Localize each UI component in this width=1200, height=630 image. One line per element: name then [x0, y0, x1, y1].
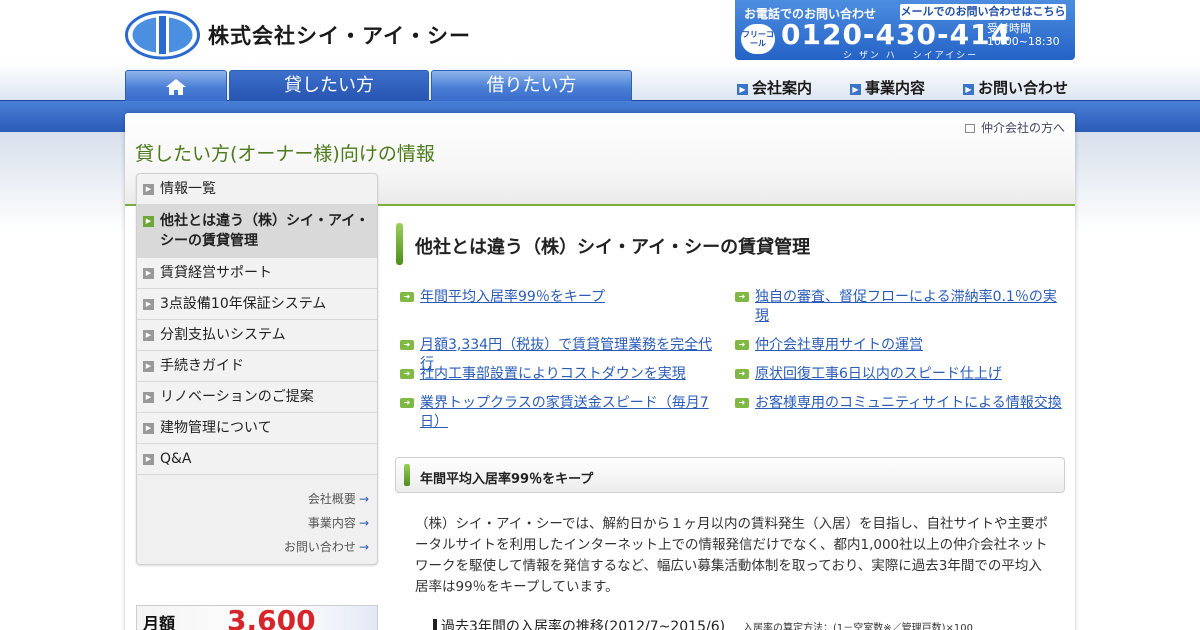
arrow-icon: ▶	[963, 84, 974, 95]
sidebar-item-label: 賃貸経営サポート	[160, 265, 272, 281]
sidebar-sub-business[interactable]: 事業内容 →	[308, 514, 369, 531]
arrow-icon: ➜	[400, 292, 414, 302]
business-hours: 受付時間 10:00~18:30	[987, 22, 1060, 48]
section-title: 年間平均入居率99％をキープ	[420, 472, 594, 487]
phone-number[interactable]: 0120-430-414	[781, 18, 1011, 51]
page-title: 貸したい方(オーナー様)向けの情報	[135, 143, 435, 165]
section-accent	[404, 464, 410, 486]
arrow-icon: ▶	[737, 84, 748, 95]
sidebar-sub-label: 会社概要	[307, 492, 356, 506]
arrow-icon: ➜	[735, 398, 749, 408]
arrow-right-icon: →	[358, 516, 369, 530]
feature-link-restoration[interactable]: ➜ 原状回復工事6日以内のスピード仕上げ	[735, 365, 1065, 384]
arrow-icon: ➜	[400, 369, 414, 379]
sidebar: ▶ 情報一覧 ▶ 他社とは違う（株）シイ・アイ・シーの賃貸管理 ▶ 賃貸経営サポート …	[136, 173, 378, 565]
sidebar-item-label: Q&A	[160, 451, 192, 467]
sidebar-item-management[interactable]: ▶ 他社とは違う（株）シイ・アイ・シーの賃貸管理	[137, 205, 377, 258]
arrow-icon: ➜	[400, 398, 414, 408]
phone-contact-box: お電話でのお問い合わせ メールでのお問い合わせはこちら フリーコール 0120-…	[735, 0, 1075, 61]
feature-link-construction[interactable]: ➜ 社内工事部設置によりコストダウンを実現	[400, 365, 720, 384]
tab-home[interactable]	[125, 70, 227, 101]
title-accent	[396, 223, 403, 265]
util-link-company[interactable]: ▶ 会社案内	[737, 77, 812, 98]
calc-note: 入居率の算定方法：(1－空室数※／管理戸数)×100	[743, 623, 974, 630]
subsection-title: 過去3年間の入居率の推移(2012/7~2015/6)	[433, 616, 725, 630]
arrow-icon: ➜	[735, 340, 749, 350]
util-link-label: 会社案内	[752, 79, 813, 97]
sidebar-item-renovation[interactable]: ▶ リノベーションのご提案	[137, 382, 377, 413]
price-banner[interactable]: 月額 3,600	[136, 604, 378, 630]
company-name[interactable]: 株式会社シイ・アイ・シー	[208, 20, 471, 50]
feature-link-agent-site[interactable]: ➜ 仲介会社専用サイトの運営	[735, 336, 1065, 355]
company-logo[interactable]	[125, 10, 200, 60]
bullet-icon: ▶	[143, 216, 154, 227]
sidebar-item-building[interactable]: ▶ 建物管理について	[137, 413, 377, 444]
sidebar-item-installment[interactable]: ▶ 分割支払いシステム	[137, 320, 377, 351]
sidebar-item-label: 他社とは違う（株）シイ・アイ・シーの賃貸管理	[160, 213, 370, 249]
util-link-label: 事業内容	[865, 79, 926, 97]
util-link-contact[interactable]: ▶ お問い合わせ	[963, 77, 1068, 98]
bullet-icon: ▶	[143, 392, 154, 403]
sidebar-item-label: 分割支払いシステム	[160, 327, 286, 343]
sidebar-item-guide[interactable]: ▶ 手続きガイド	[137, 351, 377, 382]
window-icon	[964, 124, 975, 133]
subsection-label: 過去3年間の入居率の推移(2012/7~2015/6)	[441, 619, 726, 630]
sidebar-item-label: 建物管理について	[160, 420, 272, 436]
arrow-icon: ➜	[735, 292, 749, 302]
arrow-icon: ➜	[735, 369, 749, 379]
feature-link-label: 業界トップクラスの家賃送金スピード（毎月7日）	[420, 395, 709, 430]
sidebar-item-qa[interactable]: ▶ Q&A	[137, 444, 377, 475]
sidebar-item-label: 手続きガイド	[160, 358, 244, 374]
sidebar-item-warranty[interactable]: ▶ 3点設備10年保証システム	[137, 289, 377, 320]
hours-label: 受付時間	[987, 22, 1031, 35]
bullet-icon: ▶	[143, 454, 154, 465]
tab-lend[interactable]: 貸したい方	[229, 70, 429, 101]
feature-link-label: 社内工事部設置によりコストダウンを実現	[420, 366, 686, 382]
home-icon	[166, 79, 186, 95]
sidebar-sub-company[interactable]: 会社概要 →	[308, 490, 369, 507]
sidebar-item-label: 3点設備10年保証システム	[160, 296, 327, 312]
util-link-business[interactable]: ▶ 事業内容	[850, 77, 925, 98]
feature-link-label: 原状回復工事6日以内のスピード仕上げ	[755, 366, 1002, 382]
agent-link-label: 仲介会社の方へ	[980, 121, 1065, 135]
feature-link-occupancy[interactable]: ➜ 年間平均入居率99％をキープ	[400, 288, 720, 307]
article-title: 他社とは違う（株）シイ・アイ・シーの賃貸管理	[415, 237, 811, 258]
sidebar-sub-contact[interactable]: お問い合わせ →	[284, 538, 369, 555]
sidebar-item-list[interactable]: ▶ 情報一覧	[137, 174, 377, 205]
sidebar-item-support[interactable]: ▶ 賃貸経営サポート	[137, 258, 377, 289]
feature-link-label: お客様専用のコミュニティサイトによる情報交換	[755, 395, 1062, 411]
sidebar-sub-label: お問い合わせ	[283, 540, 356, 554]
banner-label: 月額	[143, 614, 176, 630]
bullet-icon: ▶	[143, 423, 154, 434]
arrow-icon: ➜	[400, 340, 414, 350]
subsection-marker	[433, 619, 437, 630]
feature-link-screening[interactable]: ➜ 独自の審査、督促フローによる滞納率0.1％の実現	[735, 288, 1065, 326]
tab-borrow[interactable]: 借りたい方	[431, 70, 632, 101]
arrow-right-icon: →	[358, 540, 369, 554]
feature-link-community[interactable]: ➜ お客様専用のコミュニティサイトによる情報交換	[735, 394, 1065, 413]
feature-link-label: 独自の審査、督促フローによる滞納率0.1％の実現	[755, 289, 1057, 324]
bullet-icon: ▶	[143, 330, 154, 341]
feature-link-label: 仲介会社専用サイトの運営	[755, 337, 923, 353]
article-body: （株）シイ・アイ・シーでは、解約日から１ヶ月以内の賃料発生（入居）を目指し、自社…	[415, 516, 1049, 595]
hours-value: 10:00~18:30	[987, 35, 1060, 48]
bullet-icon: ▶	[143, 361, 154, 372]
bullet-icon: ▶	[143, 299, 154, 310]
agent-link[interactable]: 仲介会社の方へ	[964, 119, 1065, 136]
content-panel: 貸したい方(オーナー様)向けの情報 仲介会社の方へ ▶ 情報一覧 ▶ 他社とは違う（…	[125, 113, 1075, 630]
sidebar-item-label: リノベーションのご提案	[160, 389, 314, 405]
feature-link-remittance[interactable]: ➜ 業界トップクラスの家賃送金スピード（毎月7日）	[400, 394, 720, 432]
arrow-icon: ▶	[850, 84, 861, 95]
section-header: 年間平均入居率99％をキープ	[395, 457, 1065, 493]
util-link-label: お問い合わせ	[978, 79, 1069, 97]
bullet-icon: ▶	[143, 184, 154, 195]
free-call-badge: フリーコール	[741, 24, 775, 54]
arrow-right-icon: →	[358, 492, 369, 506]
phone-kana: シ ザン ハ シイアイシー	[843, 51, 979, 61]
sidebar-item-label: 情報一覧	[160, 181, 216, 197]
sidebar-sub-label: 事業内容	[307, 516, 356, 530]
bullet-icon: ▶	[143, 268, 154, 279]
banner-price: 3,600	[227, 604, 316, 630]
feature-link-label: 年間平均入居率99％をキープ	[420, 289, 605, 305]
